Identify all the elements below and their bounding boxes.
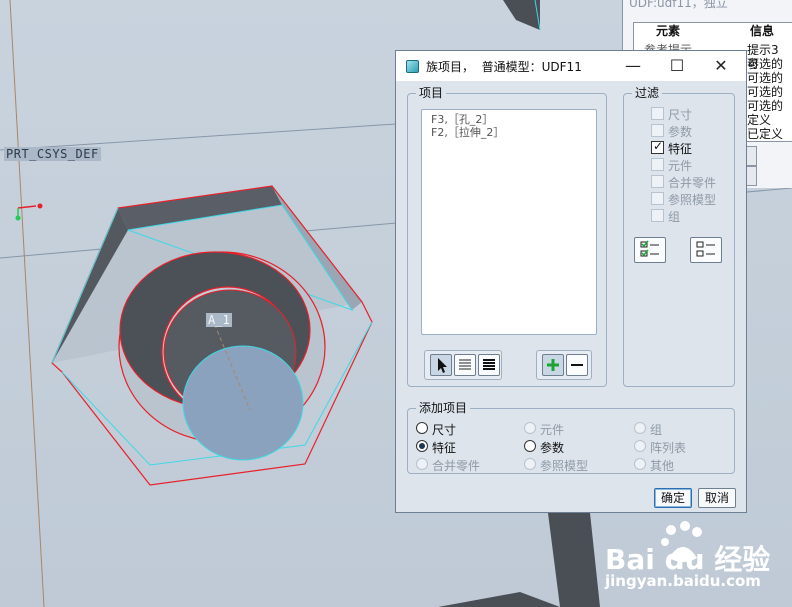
checkmark-icon: ✓ [653, 139, 664, 153]
items-group: 项目 F3,［孔_2］ F2,［拉伸_2］ [407, 86, 607, 387]
column-header-element: 元素 [656, 24, 681, 38]
block-face [503, 0, 540, 30]
add-item-button[interactable] [542, 354, 564, 376]
csys-label: PRT_CSYS_DEF [4, 147, 101, 161]
select-list-button[interactable] [454, 354, 476, 376]
dialog-titlebar[interactable]: 族项目， 普通模型：UDF11 — ☐ ✕ [396, 51, 746, 81]
filter-group-legend: 过滤 [632, 86, 663, 100]
column-header-info: 信息 [750, 24, 775, 38]
add-items-group: 添加项目 尺寸 元件 组 特征 参数 阵列表 合并零件 参照模型 其他 [407, 401, 735, 474]
minimize-button[interactable]: — [610, 53, 656, 79]
watermark-url: jingyan.baidu.com [605, 572, 761, 590]
add-items-group-legend: 添加项目 [416, 401, 471, 415]
arrow-cursor-icon [438, 358, 447, 373]
table-cell: 可选的 [747, 71, 784, 85]
cancel-button[interactable]: 取消 [698, 488, 736, 508]
datum-axis-line [9, 0, 45, 607]
close-button[interactable]: ✕ [698, 53, 744, 79]
baidu-watermark: Bai du 经验 jingyan.baidu.com [575, 520, 785, 600]
select-toolbar [424, 350, 502, 380]
table-cell: 可选的 [747, 99, 784, 113]
remove-item-button[interactable] [566, 354, 588, 376]
items-group-legend: 项目 [416, 86, 447, 100]
table-cell: 定义 [747, 113, 772, 127]
table-cell: 已定义 [747, 127, 784, 141]
list-bold-icon [483, 359, 495, 370]
check-list-icon [640, 240, 659, 257]
maximize-button[interactable]: ☐ [654, 53, 700, 79]
family-items-dialog: 族项目， 普通模型：UDF11 — ☐ ✕ 项目 F3,［孔_2］ F2,［拉伸… [395, 50, 747, 513]
dialog-body: 项目 F3,［孔_2］ F2,［拉伸_2］ 过滤 尺寸 参数 ✓ 特征 元件 合… [396, 81, 746, 512]
app-icon [406, 60, 419, 73]
minus-icon [571, 364, 583, 366]
dialog-title: 族项目， 普通模型：UDF11 [426, 60, 582, 74]
axis-label: A_1 [206, 313, 232, 327]
select-all-button[interactable] [478, 354, 500, 376]
table-cell: 可选的 [747, 57, 784, 71]
uncheck-all-button[interactable] [690, 237, 722, 263]
select-arrow-button[interactable] [430, 354, 452, 376]
list-lines-icon [459, 359, 471, 370]
udf-window-title: UDF:udf11，独立 [629, 0, 728, 10]
filter-group: 过滤 尺寸 参数 ✓ 特征 元件 合并零件 参照模型 组 [623, 86, 735, 387]
plus-icon [547, 359, 559, 371]
check-all-button[interactable] [634, 237, 666, 263]
ok-button[interactable]: 确定 [654, 488, 692, 508]
items-list[interactable]: F3,［孔_2］ F2,［拉伸_2］ [421, 109, 597, 335]
table-cell: 可选的 [747, 85, 784, 99]
list-item[interactable]: F2,［拉伸_2］ [431, 124, 504, 140]
empty-list-icon [696, 241, 715, 257]
add-remove-toolbar [536, 350, 592, 380]
